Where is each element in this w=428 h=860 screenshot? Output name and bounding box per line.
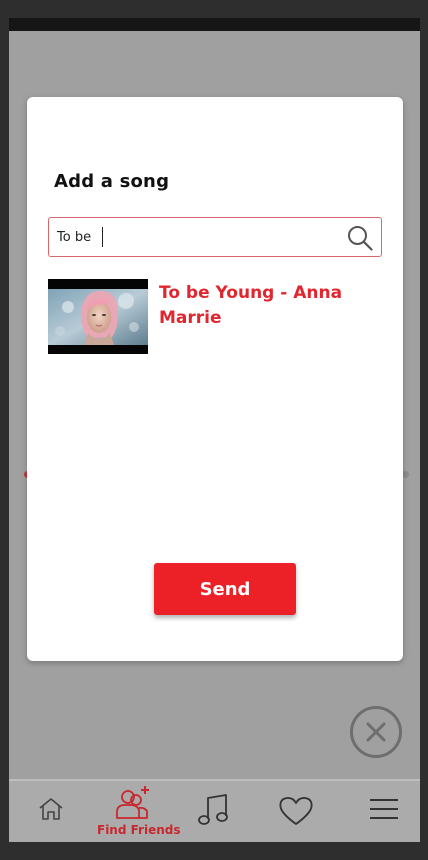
phone-frame: Add a song To be To be Young - Anna Marr…	[0, 0, 428, 860]
song-thumbnail	[48, 279, 148, 354]
search-icon[interactable]	[347, 225, 373, 251]
add-song-dialog: Add a song To be To be Young - Anna Marr…	[27, 97, 403, 661]
home-icon	[39, 798, 63, 820]
music-note-icon	[198, 794, 228, 825]
send-button[interactable]: Send	[154, 563, 296, 615]
nav-item-home[interactable]	[29, 781, 79, 842]
nav-item-favorites[interactable]	[273, 781, 323, 842]
menu-icon	[370, 799, 398, 819]
nav-label-find-friends: Find Friends	[97, 823, 181, 837]
song-result-item[interactable]: To be Young - Anna Marrie	[48, 279, 380, 355]
text-caret	[102, 227, 103, 247]
find-friends-icon	[116, 786, 149, 819]
bottom-navigation: Find Friends	[9, 781, 420, 842]
carousel-dot	[402, 471, 409, 478]
nav-item-menu[interactable]	[359, 781, 409, 842]
song-result-title[interactable]: To be Young - Anna Marrie	[159, 281, 359, 331]
screen: Add a song To be To be Young - Anna Marr…	[9, 31, 420, 842]
nav-item-find-friends[interactable]: Find Friends	[94, 781, 184, 842]
search-input-value: To be	[57, 230, 92, 245]
dialog-title: Add a song	[54, 171, 170, 192]
heart-icon	[279, 797, 313, 825]
nav-item-music[interactable]	[189, 781, 239, 842]
close-button[interactable]	[349, 705, 403, 759]
close-icon	[350, 706, 402, 758]
song-search-input[interactable]: To be	[48, 217, 382, 257]
status-bar	[9, 18, 420, 31]
